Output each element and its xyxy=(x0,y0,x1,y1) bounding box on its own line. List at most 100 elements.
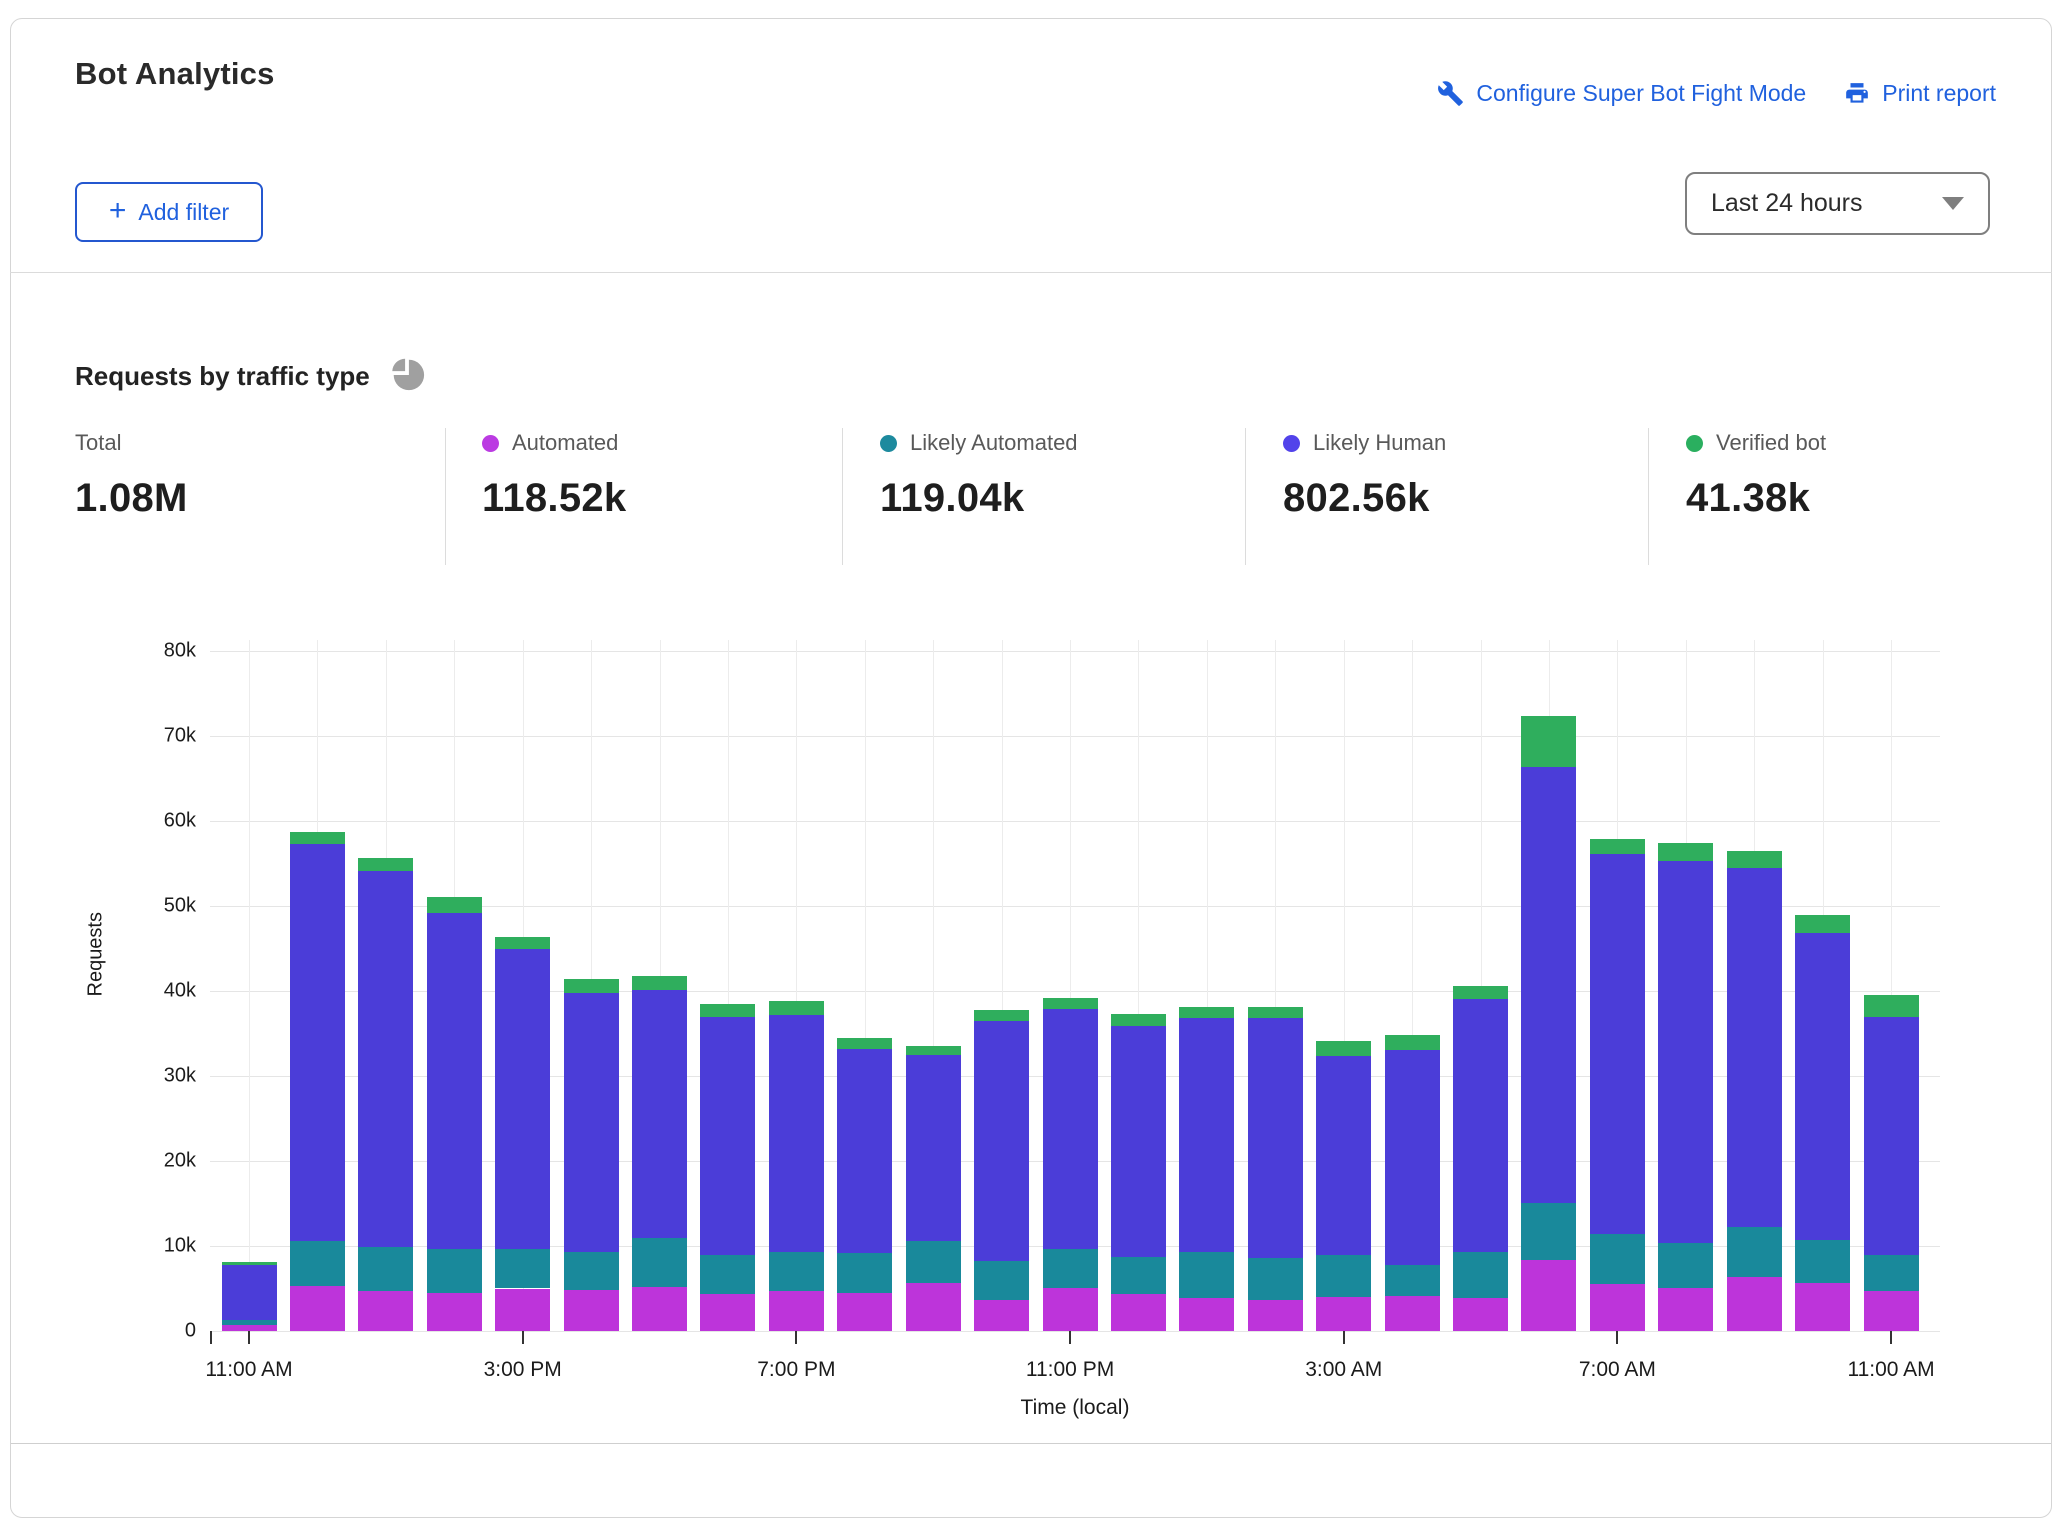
bar-segment-likely-automated[interactable] xyxy=(1179,1252,1234,1298)
bar-segment-automated[interactable] xyxy=(1248,1300,1303,1331)
bar-segment-automated[interactable] xyxy=(1727,1277,1782,1331)
bar-segment-likely-automated[interactable] xyxy=(1385,1265,1440,1296)
bar-segment-likely-automated[interactable] xyxy=(906,1241,961,1284)
bar-segment-verified-bot[interactable] xyxy=(427,897,482,913)
bar-segment-likely-automated[interactable] xyxy=(1521,1203,1576,1261)
bar-segment-likely-human[interactable] xyxy=(1179,1018,1234,1252)
bar-segment-verified-bot[interactable] xyxy=(1248,1007,1303,1018)
bar-segment-automated[interactable] xyxy=(1043,1288,1098,1331)
bar-segment-verified-bot[interactable] xyxy=(1864,995,1919,1017)
bar-segment-verified-bot[interactable] xyxy=(495,937,550,950)
bar-segment-likely-automated[interactable] xyxy=(837,1253,892,1293)
bar-segment-automated[interactable] xyxy=(1316,1297,1371,1331)
bar-segment-automated[interactable] xyxy=(495,1289,550,1332)
bar-segment-likely-automated[interactable] xyxy=(495,1249,550,1289)
bar-segment-verified-bot[interactable] xyxy=(906,1046,961,1055)
bar-segment-likely-human[interactable] xyxy=(769,1015,824,1252)
bar-segment-verified-bot[interactable] xyxy=(769,1001,824,1015)
bar-segment-likely-human[interactable] xyxy=(1043,1009,1098,1250)
bar-segment-verified-bot[interactable] xyxy=(1590,839,1645,854)
bar-segment-automated[interactable] xyxy=(837,1293,892,1331)
bar-segment-likely-human[interactable] xyxy=(1248,1018,1303,1258)
bar-segment-verified-bot[interactable] xyxy=(1043,998,1098,1009)
bar-segment-likely-human[interactable] xyxy=(974,1021,1029,1262)
bar-segment-likely-automated[interactable] xyxy=(1111,1257,1166,1294)
bar-segment-likely-automated[interactable] xyxy=(564,1252,619,1290)
bar-segment-likely-human[interactable] xyxy=(837,1049,892,1253)
bar-segment-verified-bot[interactable] xyxy=(632,976,687,990)
bar-segment-automated[interactable] xyxy=(906,1283,961,1331)
bar-segment-verified-bot[interactable] xyxy=(1111,1014,1166,1026)
bar-segment-automated[interactable] xyxy=(1658,1288,1713,1331)
bar-segment-likely-automated[interactable] xyxy=(222,1320,277,1325)
bar-segment-likely-automated[interactable] xyxy=(427,1249,482,1292)
bar-segment-verified-bot[interactable] xyxy=(222,1262,277,1265)
bar-segment-verified-bot[interactable] xyxy=(1795,915,1850,933)
bar-segment-likely-human[interactable] xyxy=(1316,1056,1371,1256)
bar-segment-verified-bot[interactable] xyxy=(290,832,345,844)
bar-segment-automated[interactable] xyxy=(1179,1298,1234,1331)
bar-segment-likely-automated[interactable] xyxy=(700,1255,755,1294)
bar-segment-automated[interactable] xyxy=(1111,1294,1166,1331)
bar-segment-automated[interactable] xyxy=(1521,1260,1576,1331)
bar-segment-verified-bot[interactable] xyxy=(1727,851,1782,868)
bar-segment-verified-bot[interactable] xyxy=(1453,986,1508,999)
bar-segment-automated[interactable] xyxy=(974,1300,1029,1331)
bar-segment-likely-automated[interactable] xyxy=(1590,1234,1645,1284)
bar-segment-likely-human[interactable] xyxy=(495,949,550,1248)
bar-segment-likely-human[interactable] xyxy=(1795,933,1850,1240)
bar-segment-likely-human[interactable] xyxy=(906,1055,961,1241)
bar-segment-likely-human[interactable] xyxy=(1727,868,1782,1228)
bar-segment-likely-automated[interactable] xyxy=(1453,1252,1508,1298)
bar-segment-verified-bot[interactable] xyxy=(1521,716,1576,766)
bar-segment-automated[interactable] xyxy=(1453,1298,1508,1331)
bar-segment-likely-automated[interactable] xyxy=(1248,1258,1303,1301)
bar-segment-automated[interactable] xyxy=(290,1286,345,1331)
bar-segment-likely-automated[interactable] xyxy=(769,1252,824,1291)
bar-segment-automated[interactable] xyxy=(358,1291,413,1331)
bar-segment-likely-human[interactable] xyxy=(1385,1050,1440,1265)
bar-segment-automated[interactable] xyxy=(1864,1291,1919,1331)
bar-segment-verified-bot[interactable] xyxy=(974,1010,1029,1021)
bar-segment-likely-human[interactable] xyxy=(222,1265,277,1320)
bar-segment-verified-bot[interactable] xyxy=(564,979,619,993)
bar-segment-automated[interactable] xyxy=(1590,1284,1645,1331)
bar-segment-automated[interactable] xyxy=(564,1290,619,1331)
bar-segment-likely-automated[interactable] xyxy=(290,1241,345,1286)
bar-segment-automated[interactable] xyxy=(632,1287,687,1331)
bar-segment-likely-automated[interactable] xyxy=(632,1238,687,1286)
bar-segment-automated[interactable] xyxy=(700,1294,755,1331)
bar-segment-likely-human[interactable] xyxy=(1590,854,1645,1234)
bar-segment-likely-automated[interactable] xyxy=(1658,1243,1713,1288)
bar-segment-likely-human[interactable] xyxy=(358,871,413,1247)
bar-segment-likely-automated[interactable] xyxy=(1043,1249,1098,1287)
bar-segment-likely-human[interactable] xyxy=(1658,861,1713,1243)
bar-segment-verified-bot[interactable] xyxy=(1658,843,1713,861)
bar-segment-verified-bot[interactable] xyxy=(358,858,413,871)
bar-segment-likely-human[interactable] xyxy=(564,993,619,1252)
bar-segment-likely-human[interactable] xyxy=(1864,1017,1919,1255)
bar-segment-likely-human[interactable] xyxy=(1521,767,1576,1203)
bar-segment-verified-bot[interactable] xyxy=(1179,1007,1234,1018)
bar-segment-automated[interactable] xyxy=(427,1293,482,1331)
bar-segment-likely-human[interactable] xyxy=(427,913,482,1250)
bar-segment-likely-human[interactable] xyxy=(1111,1026,1166,1257)
bar-segment-verified-bot[interactable] xyxy=(837,1038,892,1049)
x-axis-tick xyxy=(1890,1331,1892,1344)
bar-segment-likely-human[interactable] xyxy=(290,844,345,1241)
bar-segment-likely-human[interactable] xyxy=(700,1017,755,1255)
bar-segment-likely-human[interactable] xyxy=(1453,999,1508,1252)
bar-segment-likely-automated[interactable] xyxy=(974,1261,1029,1300)
bar-segment-automated[interactable] xyxy=(769,1291,824,1331)
bar-segment-likely-automated[interactable] xyxy=(1795,1240,1850,1283)
bar-segment-verified-bot[interactable] xyxy=(1316,1041,1371,1055)
bar-segment-likely-automated[interactable] xyxy=(1864,1255,1919,1291)
bar-segment-likely-automated[interactable] xyxy=(1316,1255,1371,1297)
bar-segment-likely-automated[interactable] xyxy=(358,1247,413,1291)
bar-segment-verified-bot[interactable] xyxy=(700,1004,755,1018)
bar-segment-likely-human[interactable] xyxy=(632,990,687,1238)
bar-segment-likely-automated[interactable] xyxy=(1727,1227,1782,1277)
bar-segment-automated[interactable] xyxy=(1385,1296,1440,1331)
bar-segment-automated[interactable] xyxy=(1795,1283,1850,1331)
bar-segment-verified-bot[interactable] xyxy=(1385,1035,1440,1049)
